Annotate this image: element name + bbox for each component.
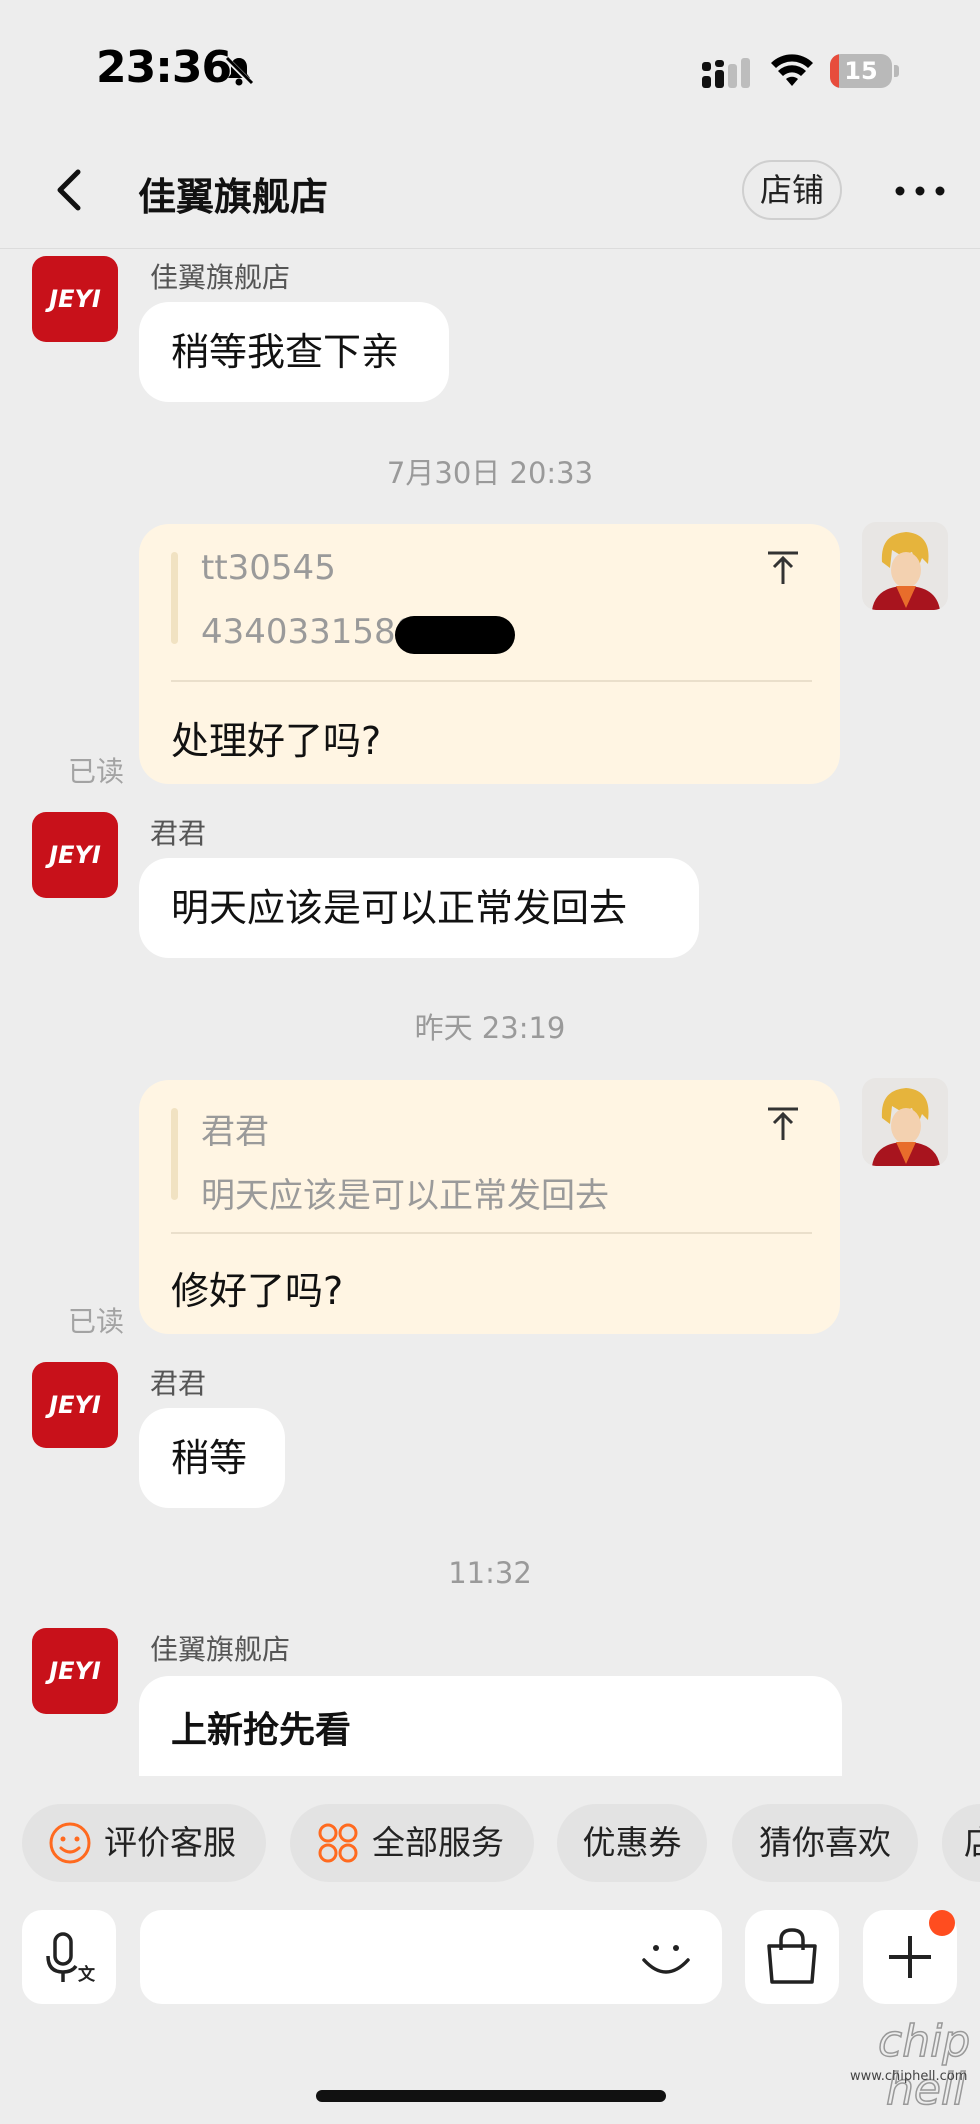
sender-name: 佳翼旗舰店: [150, 261, 291, 294]
status-time: 23:36: [96, 42, 232, 93]
scroll-to-top-icon[interactable]: [763, 548, 803, 588]
home-indicator[interactable]: [316, 2090, 666, 2102]
message-bubble[interactable]: 稍等: [139, 1408, 285, 1508]
microphone-icon: 文: [46, 1932, 96, 1985]
chip-label: 评价客服: [104, 1823, 236, 1862]
bell-muted-icon: [224, 56, 254, 86]
sender-name: 佳翼旗舰店: [150, 1633, 291, 1666]
watermark-site-text: www.chiphell.com: [850, 2069, 967, 2084]
message-bubble[interactable]: 稍等我查下亲: [139, 302, 449, 402]
promo-card[interactable]: 上新抢先看: [139, 1676, 842, 1776]
chip-rate-service[interactable]: 评价客服: [22, 1804, 266, 1882]
store-button[interactable]: 店铺: [742, 160, 842, 220]
message-text: 修好了吗?: [171, 1269, 344, 1313]
services-grid-icon: [318, 1823, 358, 1863]
shop-avatar[interactable]: JEYI: [32, 1628, 118, 1714]
read-status: 已读: [68, 755, 125, 788]
chiphell-watermark: chip hell www.chiphell.com: [850, 2015, 971, 2116]
svg-text:chip: chip: [878, 2016, 970, 2067]
cellular-signal-icon: [702, 58, 750, 88]
svg-text:文: 文: [78, 1964, 96, 1985]
avatar-logo-text: JEYI: [49, 1657, 101, 1685]
timestamp: 昨天 23:19: [414, 1011, 566, 1045]
back-button[interactable]: [40, 160, 100, 220]
quote-line-2: 4340331580: [201, 612, 418, 652]
voice-input-button[interactable]: 文: [22, 1910, 116, 2004]
user-avatar[interactable]: [862, 1078, 948, 1166]
quoted-message-bubble[interactable]: tt30545 4340331580 处理好了吗?: [139, 524, 840, 784]
avatar-logo-text: JEYI: [49, 285, 101, 313]
sender-name: 君君: [150, 1367, 207, 1400]
shop-avatar[interactable]: JEYI: [32, 1362, 118, 1448]
chip-label: 优惠券: [582, 1823, 682, 1862]
chip-all-services[interactable]: 全部服务: [290, 1804, 534, 1882]
shop-avatar[interactable]: JEYI: [32, 256, 118, 342]
read-status: 已读: [68, 1305, 125, 1338]
emoji-icon[interactable]: [636, 1928, 696, 1988]
avatar-logo-text: JEYI: [49, 841, 101, 869]
page-title: 佳翼旗舰店: [138, 175, 329, 219]
timestamp: 7月30日 20:33: [386, 456, 594, 490]
orders-button[interactable]: [745, 1910, 839, 2004]
chip-label: 猜你喜欢: [759, 1823, 891, 1862]
avatar-logo-text: JEYI: [49, 1391, 101, 1419]
chip-store-partial[interactable]: 店: [942, 1804, 980, 1882]
user-avatar[interactable]: [862, 522, 948, 610]
notification-dot: [929, 1910, 955, 1936]
smile-icon: [49, 1822, 91, 1864]
battery-indicator: 15: [830, 54, 902, 90]
battery-text: 15: [844, 57, 878, 85]
quote-line-1: tt30545: [201, 548, 336, 588]
message-input[interactable]: [140, 1910, 722, 2004]
message-bubble[interactable]: 明天应该是可以正常发回去: [139, 858, 699, 958]
chip-label: 店: [964, 1823, 980, 1862]
chip-label: 全部服务: [372, 1823, 504, 1862]
shop-avatar[interactable]: JEYI: [32, 812, 118, 898]
message-text: 处理好了吗?: [171, 719, 382, 763]
timestamp: 11:32: [448, 1556, 532, 1590]
scroll-to-top-icon[interactable]: [763, 1104, 803, 1144]
chip-recommendations[interactable]: 猜你喜欢: [732, 1804, 918, 1882]
redaction-mark: [395, 616, 515, 654]
sender-name: 君君: [150, 817, 207, 850]
chip-coupons[interactable]: 优惠券: [557, 1804, 707, 1882]
nav-divider: [0, 248, 980, 249]
shopping-bag-icon: [767, 1928, 817, 1984]
more-options-icon[interactable]: [890, 168, 950, 214]
quoted-message-bubble[interactable]: 君君 明天应该是可以正常发回去 修好了吗?: [139, 1080, 840, 1334]
quote-line-2: 明天应该是可以正常发回去: [201, 1176, 609, 1216]
quote-line-1: 君君: [201, 1112, 269, 1152]
wifi-icon: [771, 54, 813, 86]
